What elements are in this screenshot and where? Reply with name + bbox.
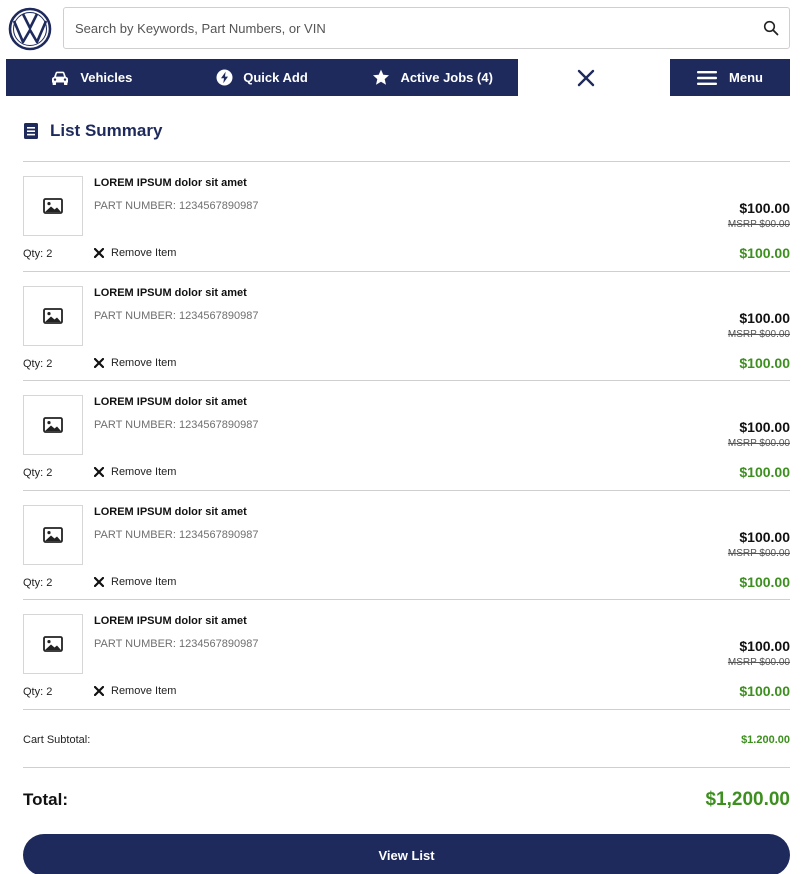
car-icon xyxy=(52,71,69,85)
total-value: $1,200.00 xyxy=(705,789,790,810)
cart-subtotal-row: Cart Subtotal: $1.200.00 xyxy=(23,709,790,768)
item-msrp: MSRP $00.00 xyxy=(727,547,790,559)
nav-item-label: Active Jobs (4) xyxy=(400,70,493,85)
item-msrp: MSRP $00.00 xyxy=(727,438,790,449)
item-quantity: Qty: 2 xyxy=(23,467,53,479)
remove-item-button[interactable]: Remove Item xyxy=(94,576,176,588)
image-placeholder-icon xyxy=(43,417,63,433)
item-part-number: PART NUMBER: 1234567890987 xyxy=(94,419,259,431)
hamburger-icon xyxy=(697,70,718,85)
list-item: LOREM IPSUM dolor sit amet PART NUMBER: … xyxy=(23,270,790,381)
page-title-label: List Summary xyxy=(50,121,163,140)
search-icon[interactable] xyxy=(763,20,779,36)
item-name[interactable]: LOREM IPSUM dolor sit amet xyxy=(94,287,247,299)
item-msrp: MSRP $00.00 xyxy=(727,657,790,668)
image-placeholder-icon xyxy=(43,636,63,652)
image-placeholder-icon xyxy=(43,307,63,324)
item-total: $100.00 xyxy=(739,354,790,371)
list-item: LOREM IPSUM dolor sit amet PART NUMBER: … xyxy=(23,161,790,271)
close-icon xyxy=(94,248,104,258)
item-total: $100.00 xyxy=(739,464,790,480)
close-icon[interactable] xyxy=(573,65,599,91)
item-price: $100.00 xyxy=(739,309,790,326)
close-icon xyxy=(94,357,104,368)
item-price: $100.00 xyxy=(739,638,790,654)
nav-item-active-jobs[interactable]: Active Jobs (4) xyxy=(347,59,518,96)
product-thumbnail[interactable] xyxy=(23,614,83,674)
remove-item-label: Remove Item xyxy=(111,466,177,478)
bolt-icon xyxy=(216,69,233,86)
item-price: $100.00 xyxy=(739,528,790,545)
list-item: LOREM IPSUM dolor sit amet PART NUMBER: … xyxy=(23,380,790,490)
item-total: $100.00 xyxy=(739,245,790,261)
page-title: List Summary xyxy=(24,121,162,141)
nav-item-label: Vehicles xyxy=(80,70,133,85)
nav-item-vehicles[interactable]: Vehicles xyxy=(6,59,177,96)
nav-item-label: Quick Add xyxy=(243,70,308,85)
item-price: $100.00 xyxy=(739,200,790,216)
item-name[interactable]: LOREM IPSUM dolor sit amet xyxy=(94,396,247,408)
item-msrp: MSRP $00.00 xyxy=(727,219,790,230)
close-icon xyxy=(94,686,104,696)
cart-subtotal-label: Cart Subtotal: xyxy=(23,734,91,746)
close-icon xyxy=(94,576,104,587)
product-thumbnail[interactable] xyxy=(23,176,83,236)
main-nav: Vehicles Quick Add Active Jobs (4) Menu xyxy=(6,59,790,96)
item-name[interactable]: LOREM IPSUM dolor sit amet xyxy=(94,615,247,627)
view-list-button[interactable]: View List xyxy=(23,834,790,874)
star-icon xyxy=(373,69,390,85)
remove-item-button[interactable]: Remove Item xyxy=(94,357,176,369)
item-total: $100.00 xyxy=(739,573,790,590)
cart-subtotal-value: $1.200.00 xyxy=(741,734,790,746)
nav-item-quick-add[interactable]: Quick Add xyxy=(177,59,348,96)
item-msrp: MSRP $00.00 xyxy=(727,328,790,340)
nav-tabs: Vehicles Quick Add Active Jobs (4) xyxy=(6,59,518,96)
list-item: LOREM IPSUM dolor sit amet PART NUMBER: … xyxy=(23,489,790,600)
search-bar xyxy=(63,7,790,49)
product-thumbnail[interactable] xyxy=(23,504,83,565)
close-icon xyxy=(94,467,104,477)
item-list: LOREM IPSUM dolor sit amet PART NUMBER: … xyxy=(23,161,790,709)
product-thumbnail[interactable] xyxy=(23,285,83,346)
total-label: Total: xyxy=(23,790,69,809)
image-placeholder-icon xyxy=(43,526,63,543)
item-total: $100.00 xyxy=(739,683,790,699)
menu-button[interactable]: Menu xyxy=(670,59,790,96)
remove-item-button[interactable]: Remove Item xyxy=(94,247,176,259)
image-placeholder-icon xyxy=(43,198,63,214)
remove-item-label: Remove Item xyxy=(111,356,177,369)
search-input[interactable] xyxy=(64,8,789,48)
remove-item-label: Remove Item xyxy=(111,685,177,697)
remove-item-button[interactable]: Remove Item xyxy=(94,685,176,697)
item-quantity: Qty: 2 xyxy=(23,248,53,260)
list-item: LOREM IPSUM dolor sit amet PART NUMBER: … xyxy=(23,599,790,709)
item-quantity: Qty: 2 xyxy=(23,686,53,698)
vw-logo-icon[interactable] xyxy=(8,7,52,51)
document-icon xyxy=(24,123,38,139)
menu-label: Menu xyxy=(729,70,763,85)
item-part-number: PART NUMBER: 1234567890987 xyxy=(94,309,259,322)
remove-item-label: Remove Item xyxy=(111,247,177,259)
item-price: $100.00 xyxy=(739,419,790,435)
top-bar xyxy=(0,0,801,58)
item-quantity: Qty: 2 xyxy=(23,576,53,589)
product-thumbnail[interactable] xyxy=(23,395,83,455)
item-part-number: PART NUMBER: 1234567890987 xyxy=(94,528,259,541)
view-list-label: View List xyxy=(378,847,435,863)
remove-item-label: Remove Item xyxy=(111,575,177,588)
remove-item-button[interactable]: Remove Item xyxy=(94,466,176,478)
item-part-number: PART NUMBER: 1234567890987 xyxy=(94,200,259,212)
item-part-number: PART NUMBER: 1234567890987 xyxy=(94,638,259,650)
item-quantity: Qty: 2 xyxy=(23,357,53,370)
item-name[interactable]: LOREM IPSUM dolor sit amet xyxy=(94,506,247,518)
item-name[interactable]: LOREM IPSUM dolor sit amet xyxy=(94,177,247,189)
